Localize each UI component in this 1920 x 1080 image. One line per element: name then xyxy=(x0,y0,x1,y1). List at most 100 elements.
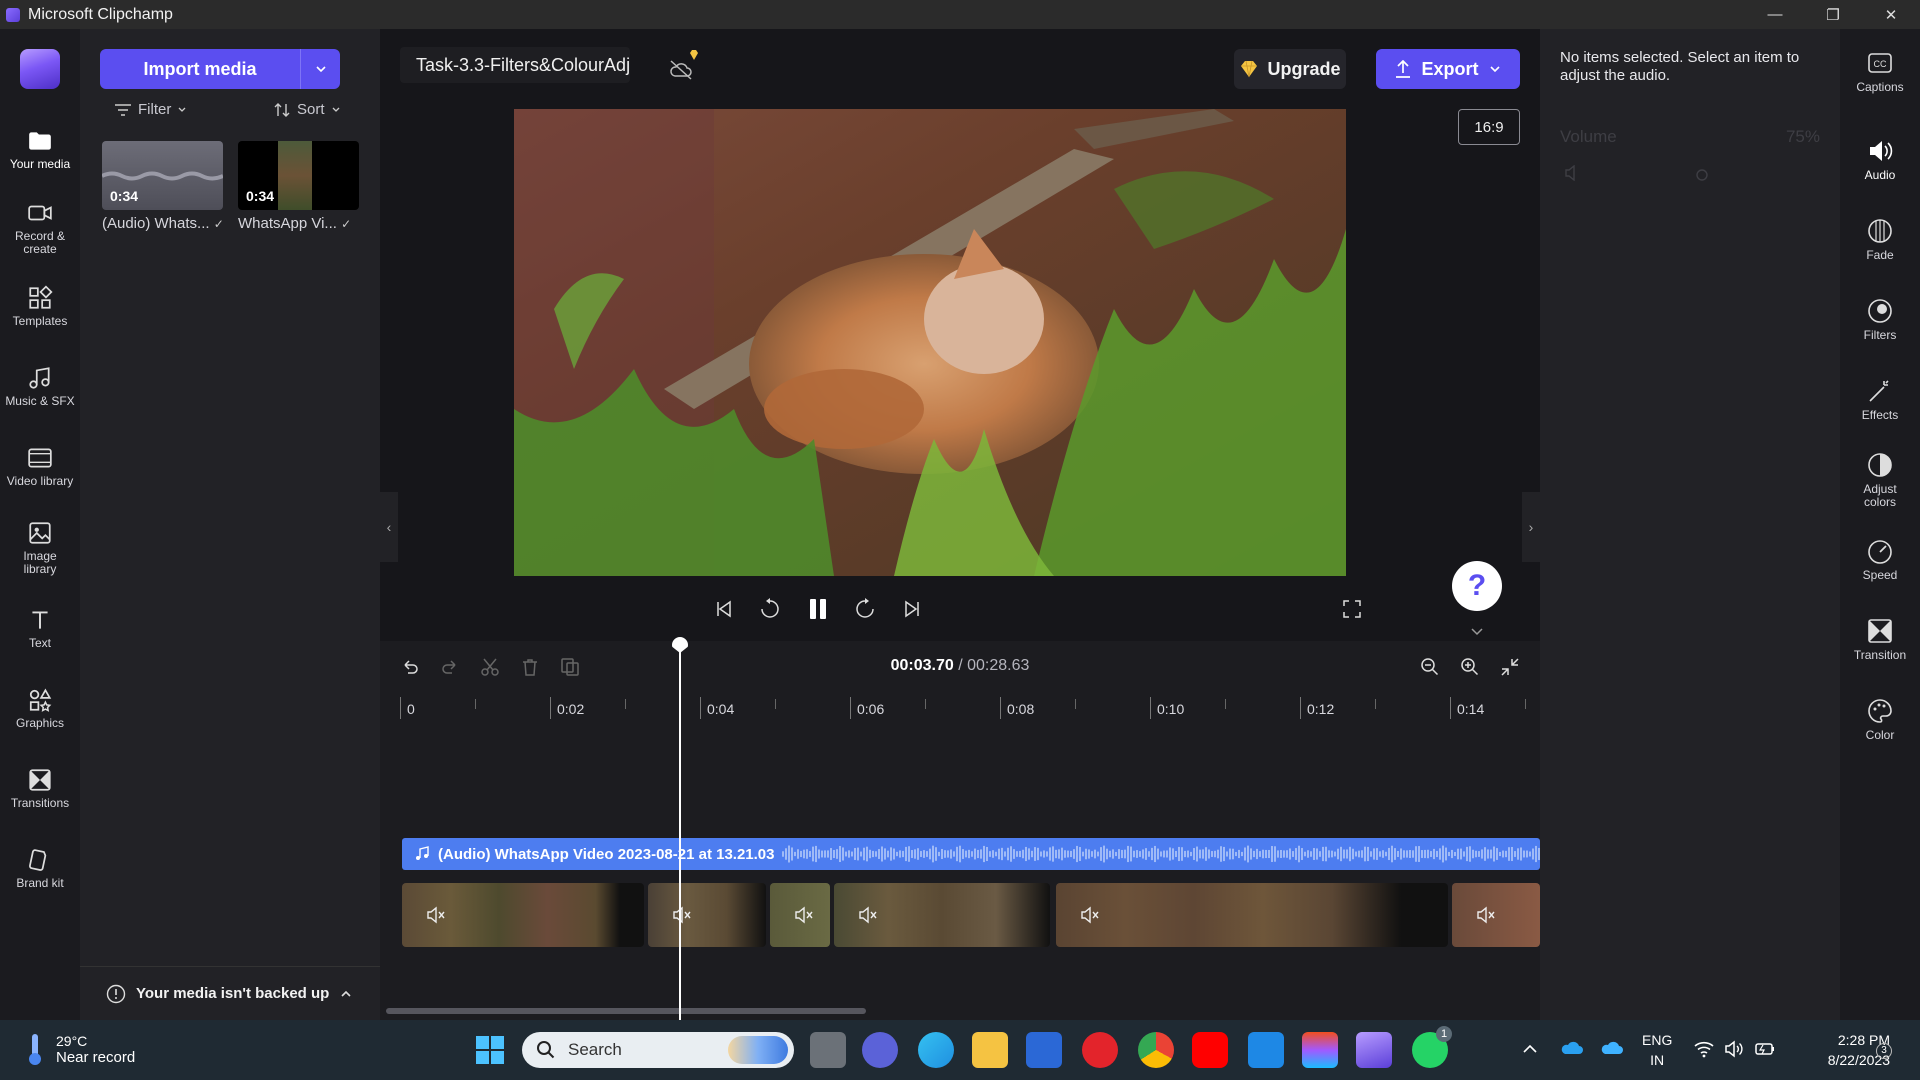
right-nav-rail: CC Captions Audio Fade Filters Effects A… xyxy=(1840,29,1920,1020)
opera-browser-icon[interactable] xyxy=(1082,1032,1118,1068)
volume-label: Volume xyxy=(1560,127,1617,146)
rewind-icon xyxy=(761,598,779,618)
nav-music-sfx[interactable]: Music & SFX xyxy=(0,365,80,408)
microsoft-store-icon[interactable] xyxy=(1026,1032,1062,1068)
nav-audio[interactable]: Audio xyxy=(1840,123,1920,195)
zoom-out-icon[interactable] xyxy=(1420,657,1440,677)
timeline-scrollbar[interactable] xyxy=(386,1008,866,1014)
rewind-5s-button[interactable] xyxy=(752,589,788,629)
start-button[interactable] xyxy=(472,1032,508,1068)
pause-button[interactable] xyxy=(800,589,836,629)
nav-record-create[interactable]: Record & create xyxy=(0,200,80,256)
clipchamp-logo[interactable] xyxy=(20,49,60,89)
video-clip[interactable] xyxy=(834,883,1050,947)
wifi-icon[interactable] xyxy=(1694,1040,1714,1058)
import-dropdown-button[interactable] xyxy=(300,49,340,89)
battery-icon[interactable] xyxy=(1754,1040,1776,1058)
restore-button[interactable]: ❐ xyxy=(1804,0,1862,29)
timeline: 00:03.70 / 00:28.63 0 0:02 0:04 0:06 0:08 0:1… xyxy=(380,641,1540,1020)
collapse-preview-icon[interactable] xyxy=(1470,627,1484,637)
help-button[interactable]: ? xyxy=(1452,561,1502,611)
nav-text[interactable]: Text xyxy=(0,607,80,650)
figma-icon[interactable] xyxy=(1302,1032,1338,1068)
fullscreen-button[interactable] xyxy=(1334,589,1370,629)
nav-transition[interactable]: Transition xyxy=(1840,617,1920,662)
clock[interactable]: 2:28 PM 8/22/2023 xyxy=(1790,1030,1890,1070)
forward-5s-button[interactable] xyxy=(847,589,883,629)
chrome-browser-icon[interactable] xyxy=(1138,1032,1174,1068)
teams-chat-icon[interactable] xyxy=(862,1032,898,1068)
onedrive-icon[interactable] xyxy=(1600,1038,1624,1056)
nav-captions[interactable]: CC Captions xyxy=(1840,49,1920,94)
text-icon xyxy=(32,611,48,629)
video-track xyxy=(402,883,1540,947)
collapse-left-panel-button[interactable]: ‹ xyxy=(380,492,398,562)
nav-effects[interactable]: Effects xyxy=(1840,377,1920,422)
muted-icon xyxy=(1081,906,1099,924)
sort-button[interactable]: Sort xyxy=(273,101,341,118)
audio-clip[interactable]: (Audio) WhatsApp Video 2023-08-21 at 13.… xyxy=(402,838,1540,870)
zoom-in-icon[interactable] xyxy=(1460,657,1480,677)
skip-to-start-button[interactable] xyxy=(706,589,742,629)
filter-button[interactable]: Filter xyxy=(114,101,187,118)
video-preview[interactable] xyxy=(514,109,1346,576)
timeline-ruler[interactable]: 0 0:02 0:04 0:06 0:08 0:10 0:12 0:14 xyxy=(400,695,1540,725)
nav-fade[interactable]: Fade xyxy=(1840,217,1920,262)
file-explorer-icon[interactable] xyxy=(972,1032,1008,1068)
video-clip[interactable] xyxy=(770,883,830,947)
weather-widget[interactable]: 29°C Near record xyxy=(24,1032,135,1066)
task-view-icon[interactable] xyxy=(810,1032,846,1068)
chevron-down-icon xyxy=(332,107,339,112)
minimize-button[interactable]: — xyxy=(1746,0,1804,29)
video-clip[interactable] xyxy=(1452,883,1540,947)
media-thumb-video[interactable]: 0:34 xyxy=(238,141,359,210)
ruler-minor-tick xyxy=(1225,699,1226,709)
onedrive-icon[interactable] xyxy=(1560,1038,1584,1056)
upgrade-button[interactable]: Upgrade xyxy=(1234,49,1346,89)
forward-icon xyxy=(856,598,874,618)
skip-to-end-button[interactable] xyxy=(894,589,930,629)
video-clip[interactable] xyxy=(648,883,766,947)
edge-browser-icon[interactable] xyxy=(918,1032,954,1068)
nav-adjust-colors[interactable]: Adjust colors xyxy=(1840,451,1920,509)
youtube-icon[interactable] xyxy=(1192,1032,1228,1068)
aspect-ratio-button[interactable]: 16:9 xyxy=(1458,109,1520,145)
language-indicator[interactable]: ENG IN xyxy=(1642,1030,1672,1070)
clipchamp-taskbar-icon[interactable] xyxy=(1356,1032,1392,1068)
ruler-minor-tick xyxy=(1525,699,1526,709)
project-name-input[interactable]: Task-3.3-Filters&ColourAdju xyxy=(400,47,630,83)
import-media-button[interactable]: Import media xyxy=(100,49,340,89)
close-button[interactable]: ✕ xyxy=(1862,0,1920,29)
backup-message: Your media isn't backed up xyxy=(136,985,330,1002)
nav-color[interactable]: Color xyxy=(1840,697,1920,742)
ruler-minor-tick xyxy=(1075,699,1076,709)
nav-templates[interactable]: Templates xyxy=(0,285,80,328)
collapse-right-panel-button[interactable]: › xyxy=(1522,492,1540,562)
vscode-icon[interactable] xyxy=(1248,1032,1284,1068)
media-duration: 0:34 xyxy=(110,188,139,204)
taskbar-search[interactable]: Search xyxy=(522,1032,794,1068)
volume-icon[interactable] xyxy=(1724,1040,1744,1058)
fit-timeline-icon[interactable] xyxy=(1500,657,1520,677)
video-clip[interactable] xyxy=(1056,883,1448,947)
video-clip[interactable] xyxy=(402,883,644,947)
timeline-toolbar: 00:03.70 / 00:28.63 xyxy=(380,641,1540,691)
playhead[interactable] xyxy=(679,643,681,1049)
nav-image-library[interactable]: Image library xyxy=(0,520,80,576)
nav-graphics[interactable]: Graphics xyxy=(0,687,80,730)
nav-video-library[interactable]: Video library xyxy=(0,445,80,488)
nav-your-media[interactable]: Your media xyxy=(0,120,80,186)
whatsapp-icon[interactable]: 1 xyxy=(1412,1026,1452,1068)
music-note-icon xyxy=(29,367,50,389)
notification-badge[interactable]: 3 xyxy=(1876,1043,1892,1059)
backup-warning-bar[interactable]: Your media isn't backed up xyxy=(80,966,380,1020)
export-button[interactable]: Export xyxy=(1376,49,1520,89)
pause-icon xyxy=(810,599,826,619)
nav-speed[interactable]: Speed xyxy=(1840,537,1920,582)
nav-transitions[interactable]: Transitions xyxy=(0,767,80,810)
media-thumb-audio[interactable]: 0:34 xyxy=(102,141,223,210)
nav-brand-kit[interactable]: Brand kit xyxy=(0,847,80,890)
contrast-icon xyxy=(1868,453,1892,477)
nav-filters[interactable]: Filters xyxy=(1840,297,1920,342)
show-hidden-icons-chevron[interactable] xyxy=(1522,1042,1538,1056)
